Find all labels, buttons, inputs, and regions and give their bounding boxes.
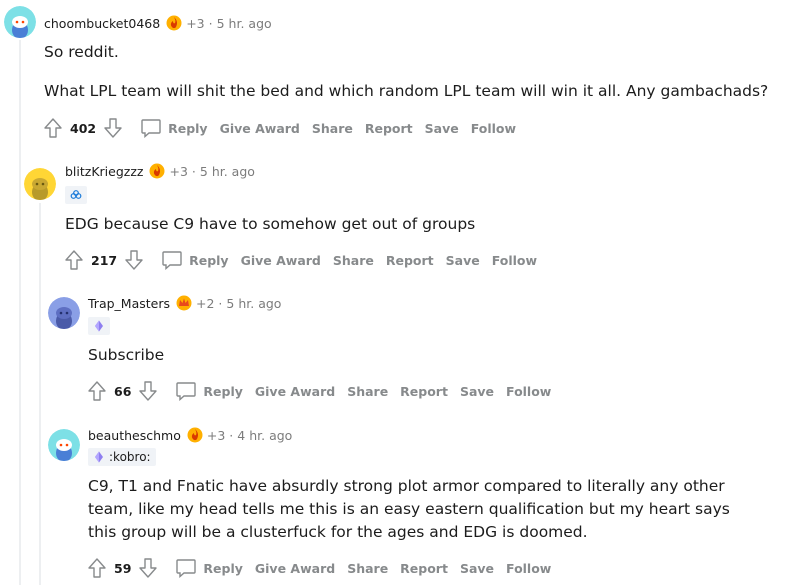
comment-paragraph: EDG because C9 have to somehow get out o… [65, 215, 476, 233]
upvote-icon[interactable] [86, 380, 108, 402]
separator: · [229, 427, 234, 443]
report-button[interactable]: Report [365, 121, 413, 136]
vote-score: 59 [114, 560, 132, 576]
timestamp[interactable]: 5 hr. ago [217, 16, 272, 31]
avatar[interactable] [24, 168, 56, 200]
reply-label: Reply [203, 383, 243, 399]
comment-paragraph: C9, T1 and Fnatic have absurdly strong p… [88, 477, 730, 541]
report-button[interactable]: Report [386, 253, 434, 268]
comment-bubble-icon [141, 119, 161, 138]
comment-paragraph: So reddit. [44, 43, 119, 61]
snoo-avatar-icon [24, 168, 56, 200]
comment-meta: Trap_Masters +2 · 5 hr. ago [88, 295, 281, 311]
comment-body: So reddit. What LPL team will shit the b… [44, 41, 784, 103]
vote-score: 217 [91, 252, 118, 268]
reply-button[interactable]: Reply [161, 250, 229, 270]
separator: · [191, 163, 196, 179]
vote-score: 66 [114, 383, 132, 399]
username[interactable]: blitzKriegzzz [65, 164, 143, 179]
comment-bubble-icon [176, 382, 197, 401]
report-button[interactable]: Report [400, 384, 448, 399]
user-flair [88, 317, 110, 335]
comment-meta: beautheschmo +3 · 4 hr. ago [88, 427, 292, 443]
comment-body: EDG because C9 have to somehow get out o… [65, 213, 765, 236]
crown-award-icon[interactable] [176, 295, 192, 311]
cloud9-flair-icon [70, 190, 82, 199]
comment-actions: 217 Reply Give Award Share Report Save F… [63, 249, 537, 271]
follow-button[interactable]: Follow [506, 384, 551, 399]
fire-award-icon[interactable] [166, 15, 182, 31]
follow-button[interactable]: Follow [492, 253, 537, 268]
share-button[interactable]: Share [347, 561, 388, 576]
reply-label: Reply [168, 120, 208, 136]
avatar[interactable] [48, 429, 80, 461]
comment-paragraph: Subscribe [88, 346, 165, 364]
avatar[interactable] [48, 297, 80, 329]
follow-button[interactable]: Follow [471, 121, 516, 136]
follow-button[interactable]: Follow [506, 561, 551, 576]
reply-label: Reply [189, 252, 229, 268]
comment-bubble-icon [162, 251, 182, 270]
save-button[interactable]: Save [460, 384, 494, 399]
downvote-icon[interactable] [102, 117, 124, 139]
crystal-flair-icon [95, 320, 103, 332]
comment-meta: blitzKriegzzz +3 · 5 hr. ago [65, 163, 255, 179]
upvote-icon[interactable] [63, 249, 85, 271]
award-count: +3 [186, 15, 205, 31]
comment-body: C9, T1 and Fnatic have absurdly strong p… [88, 475, 758, 544]
share-button[interactable]: Share [333, 253, 374, 268]
timestamp[interactable]: 5 hr. ago [226, 296, 281, 311]
fire-award-icon[interactable] [149, 163, 165, 179]
downvote-icon[interactable] [137, 380, 159, 402]
flair-text: :kobro: [109, 450, 151, 464]
comment-paragraph: What LPL team will shit the bed and whic… [44, 82, 769, 100]
vote-score: 402 [70, 120, 97, 136]
give-award-button[interactable]: Give Award [255, 561, 335, 576]
snoo-avatar-icon [48, 297, 80, 329]
username[interactable]: choombucket0468 [44, 16, 160, 31]
award-count: +2 [195, 295, 215, 311]
separator: · [208, 15, 213, 31]
avatar[interactable] [4, 6, 36, 38]
user-flair [65, 186, 87, 204]
timestamp[interactable]: 4 hr. ago [237, 428, 292, 443]
snoo-avatar-icon [48, 429, 80, 461]
give-award-button[interactable]: Give Award [241, 253, 321, 268]
give-award-button[interactable]: Give Award [220, 121, 300, 136]
downvote-icon[interactable] [123, 249, 145, 271]
share-button[interactable]: Share [347, 384, 388, 399]
award-count: +3 [169, 163, 188, 179]
save-button[interactable]: Save [460, 561, 494, 576]
reply-button[interactable]: Reply [175, 381, 243, 401]
comment-actions: 402 Reply Give Award Share Report Save F… [42, 117, 516, 139]
upvote-icon[interactable] [42, 117, 64, 139]
separator: · [218, 295, 223, 311]
crystal-flair-icon [95, 451, 103, 463]
username[interactable]: beautheschmo [88, 428, 181, 443]
share-button[interactable]: Share [312, 121, 353, 136]
timestamp[interactable]: 5 hr. ago [200, 164, 255, 179]
comment-bubble-icon [176, 559, 197, 578]
upvote-icon[interactable] [86, 557, 108, 579]
reply-button[interactable]: Reply [175, 558, 243, 578]
comment-body: Subscribe [88, 344, 778, 367]
username[interactable]: Trap_Masters [88, 296, 170, 311]
fire-award-icon[interactable] [187, 427, 203, 443]
user-flair: :kobro: [88, 448, 156, 466]
snoo-avatar-icon [4, 6, 36, 38]
thread-line-level-0[interactable] [19, 40, 21, 585]
comment-actions: 59 Reply Give Award Share Report Save Fo… [86, 557, 551, 579]
comment-meta: choombucket0468 +3 · 5 hr. ago [44, 15, 272, 31]
report-button[interactable]: Report [400, 561, 448, 576]
give-award-button[interactable]: Give Award [255, 384, 335, 399]
award-count: +3 [206, 427, 226, 443]
reply-button[interactable]: Reply [140, 118, 208, 138]
save-button[interactable]: Save [425, 121, 459, 136]
thread-line-level-1[interactable] [39, 203, 41, 585]
save-button[interactable]: Save [446, 253, 480, 268]
downvote-icon[interactable] [137, 557, 159, 579]
comment-actions: 66 Reply Give Award Share Report Save Fo… [86, 380, 551, 402]
reply-label: Reply [203, 560, 243, 576]
